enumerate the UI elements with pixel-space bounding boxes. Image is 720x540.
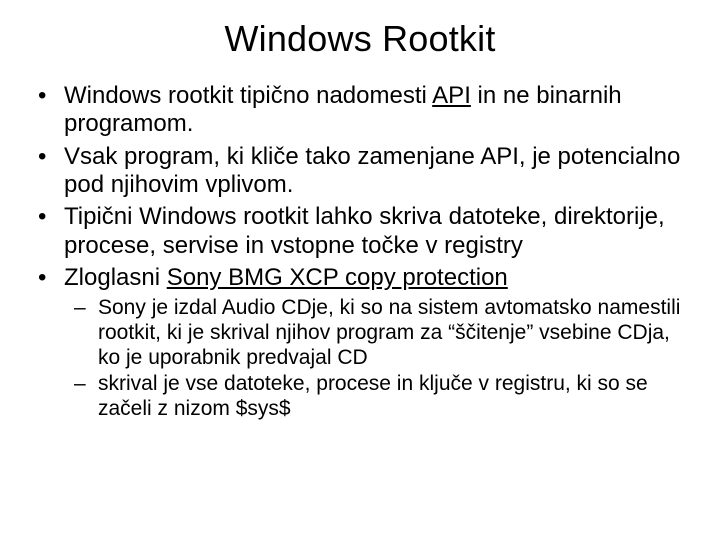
bullet-text: Tipični Windows rootkit lahko skriva dat… bbox=[64, 203, 665, 258]
sub-bullet-text: skrival je vse datoteke, procese in klju… bbox=[98, 372, 648, 420]
slide-title: Windows Rootkit bbox=[30, 18, 690, 60]
bullet-item: Tipični Windows rootkit lahko skriva dat… bbox=[36, 203, 690, 260]
slide: Windows Rootkit Windows rootkit tipično … bbox=[0, 0, 720, 540]
sub-bullet-list: Sony je izdal Audio CDje, ki so na siste… bbox=[72, 296, 690, 422]
underlined-term: Sony BMG XCP copy protection bbox=[167, 264, 508, 291]
bullet-item: Vsak program, ki kliče tako zamenjane AP… bbox=[36, 143, 690, 200]
bullet-item: Zloglasni Sony BMG XCP copy protection S… bbox=[36, 264, 690, 422]
sub-bullet-item: skrival je vse datoteke, procese in klju… bbox=[72, 372, 690, 422]
bullet-text: Vsak program, ki kliče tako zamenjane AP… bbox=[64, 143, 680, 198]
sub-bullet-text: Sony je izdal Audio CDje, ki so na siste… bbox=[98, 296, 680, 369]
bullet-item: Windows rootkit tipično nadomesti API in… bbox=[36, 82, 690, 139]
underlined-term: API bbox=[432, 82, 471, 109]
sub-bullet-item: Sony je izdal Audio CDje, ki so na siste… bbox=[72, 296, 690, 370]
bullet-text: Zloglasni bbox=[64, 264, 167, 291]
bullet-text: Windows rootkit tipično nadomesti bbox=[64, 82, 432, 109]
bullet-list: Windows rootkit tipično nadomesti API in… bbox=[36, 82, 690, 422]
